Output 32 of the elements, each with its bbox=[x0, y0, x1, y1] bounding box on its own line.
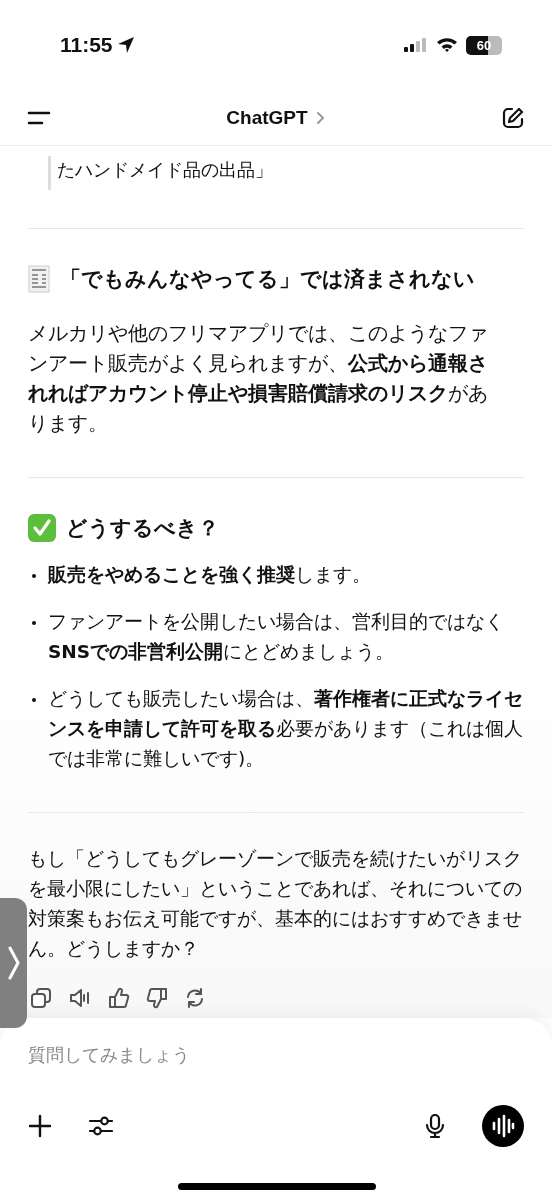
thumbs-down-icon[interactable] bbox=[146, 987, 168, 1009]
wifi-icon bbox=[436, 37, 458, 53]
bullet-text: どうしても販売したい場合は、著作権者に正式なライセンスを申請して許可を取る必要があります（これは個人では非常に難しいです)。 bbox=[48, 687, 524, 771]
status-time: 11:55 bbox=[60, 33, 113, 57]
bullet-dot bbox=[32, 574, 36, 578]
thumbs-up-icon[interactable] bbox=[108, 987, 130, 1009]
bullet-dot bbox=[32, 698, 36, 702]
receipt-icon bbox=[28, 265, 50, 293]
side-tab[interactable] bbox=[0, 898, 27, 1028]
signal-icon bbox=[404, 37, 428, 53]
section-heading: どうするべき？ bbox=[66, 515, 219, 542]
quote-text: たハンドメイド品の出品」 bbox=[57, 159, 273, 180]
regenerate-icon[interactable] bbox=[184, 987, 206, 1009]
microphone-icon[interactable] bbox=[424, 1113, 446, 1139]
paragraph: もし「どうしてもグレーゾーンで販売を続けたいがリスクを最小限にしたい」ということであれば、それについての対策案もお伝え可能ですが、基本的にはおすすめできません。どうしますか？ bbox=[28, 846, 523, 961]
message-input[interactable]: 質問してみましょう bbox=[28, 1040, 524, 1069]
paragraph: メルカリや他のフリマアプリでは、このようなファンアート販売がよく見られますが、公式から通報されればアカウント停止や損害賠償請求のリスクがあります。 bbox=[28, 321, 489, 437]
chevron-icon[interactable] bbox=[315, 110, 326, 125]
bullet-text: 販売をやめることを強く推奨します。 bbox=[48, 563, 371, 587]
copy-icon[interactable] bbox=[30, 987, 52, 1009]
bullet-dot bbox=[32, 621, 36, 625]
location-arrow-icon bbox=[116, 36, 135, 54]
sliders-icon[interactable] bbox=[88, 1114, 114, 1138]
new-chat-icon[interactable] bbox=[501, 105, 525, 130]
check-icon bbox=[28, 514, 56, 542]
bullet-text: ファンアートを公開したい場合は、営利目的ではなくSNSでの非営利公開にとどめましょう。 bbox=[48, 610, 505, 664]
speaker-icon[interactable] bbox=[68, 987, 92, 1009]
chat-title[interactable]: ChatGPT bbox=[226, 106, 308, 129]
menu-icon[interactable] bbox=[27, 109, 51, 126]
voice-mode-button[interactable] bbox=[482, 1105, 524, 1147]
plus-icon[interactable] bbox=[28, 1114, 52, 1138]
section-heading: 「でもみんなやってる」では済まされない bbox=[60, 266, 475, 293]
